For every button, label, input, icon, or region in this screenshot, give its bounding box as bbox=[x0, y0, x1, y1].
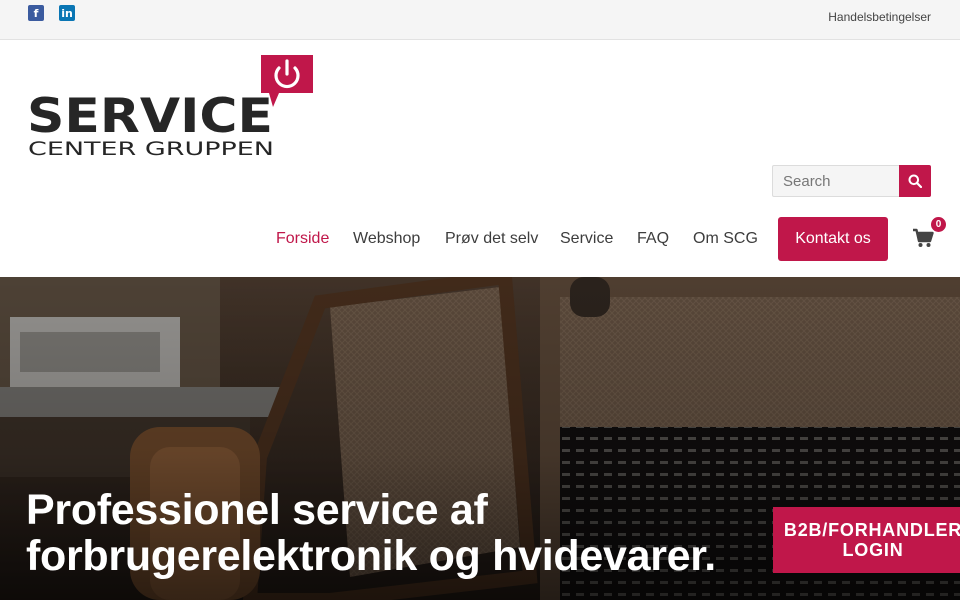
hero-title-line-1: Professionel service af bbox=[26, 486, 488, 534]
cart-count-badge: 0 bbox=[931, 217, 946, 232]
nav-item-forside[interactable]: Forside bbox=[276, 230, 329, 250]
search-icon bbox=[908, 174, 922, 188]
nav-item-service[interactable]: Service bbox=[560, 230, 613, 250]
search-button[interactable] bbox=[899, 165, 931, 197]
nav-item-faq[interactable]: FAQ bbox=[637, 230, 669, 250]
nav-item-prov-det-selv[interactable]: Prøv det selv bbox=[445, 230, 538, 250]
search-box bbox=[772, 165, 931, 197]
contact-button[interactable]: Kontakt os bbox=[778, 217, 888, 261]
linkedin-icon[interactable]: in bbox=[59, 5, 75, 21]
facebook-icon[interactable]: f bbox=[28, 5, 44, 21]
b2b-login-button[interactable]: B2B/FORHANDLER LOGIN bbox=[773, 507, 960, 573]
search-input[interactable] bbox=[772, 165, 899, 197]
terms-link[interactable]: Handelsbetingelser bbox=[828, 10, 931, 24]
b2b-login-label-line-1: B2B/FORHANDLER bbox=[783, 520, 960, 540]
site-header: SERVICE CENTER GRUPPEN Forside Webshop P… bbox=[0, 41, 960, 277]
hero-title: Professionel service af forbrugerelektro… bbox=[26, 487, 746, 579]
hero-section: Professionel service af forbrugerelektro… bbox=[0, 277, 960, 600]
logo-text-center-gruppen: CENTER GRUPPEN bbox=[28, 138, 274, 159]
cart-icon[interactable] bbox=[912, 227, 934, 249]
nav-item-om-scg[interactable]: Om SCG bbox=[693, 230, 758, 250]
site-logo[interactable]: SERVICE CENTER GRUPPEN bbox=[27, 55, 317, 160]
top-bar: f in Handelsbetingelser bbox=[0, 0, 960, 40]
b2b-login-label-line-2: LOGIN bbox=[842, 540, 904, 560]
hero-title-line-2: forbrugerelektronik og hvidevarer. bbox=[26, 532, 716, 580]
nav-item-webshop[interactable]: Webshop bbox=[353, 230, 420, 250]
logo-text-service: SERVICE bbox=[27, 89, 273, 144]
logo-graphic: SERVICE CENTER GRUPPEN bbox=[27, 55, 313, 160]
